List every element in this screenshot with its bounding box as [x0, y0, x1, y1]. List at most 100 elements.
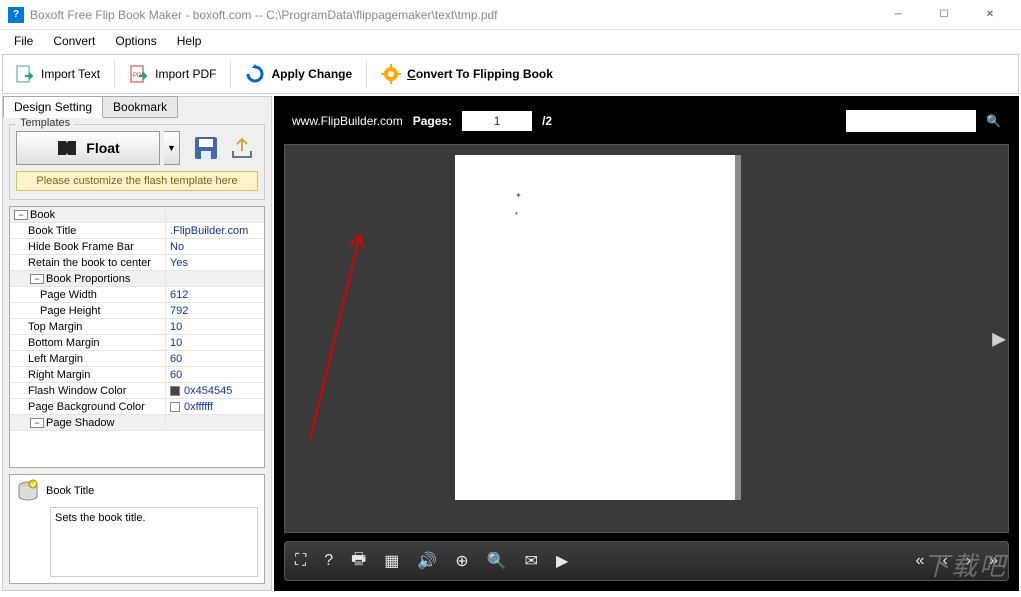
property-help-title: Book Title [46, 485, 94, 497]
window-title: Boxoft Free Flip Book Maker - boxoft.com… [30, 8, 875, 22]
property-row[interactable]: Right Margin 60 [10, 367, 264, 383]
property-key: Top Margin [28, 321, 82, 333]
search-icon[interactable]: 🔍 [986, 114, 1001, 128]
fullscreen-icon[interactable]: ⛶ [295, 552, 306, 570]
property-row[interactable]: Page Background Color 0xffffff [10, 399, 264, 415]
property-value[interactable]: 60 [165, 367, 264, 382]
close-button[interactable]: ✕ [967, 0, 1013, 30]
property-row[interactable]: Flash Window Color 0x454545 [10, 383, 264, 399]
templates-legend: Templates [16, 117, 74, 129]
apply-change-label: Apply Change [271, 67, 352, 81]
property-row[interactable]: Page Width 612 [10, 287, 264, 303]
property-row[interactable]: −Page Shadow [10, 415, 264, 431]
property-value[interactable]: 10 [165, 335, 264, 350]
property-value[interactable] [165, 415, 264, 430]
thumbnails-icon[interactable]: ▦ [384, 551, 399, 571]
property-value[interactable]: 60 [165, 351, 264, 366]
export-icon [229, 135, 255, 161]
print-icon[interactable]: 🖶 [351, 548, 366, 575]
book-icon [56, 139, 78, 157]
menu-convert[interactable]: Convert [43, 32, 105, 50]
template-select-button[interactable]: Float [16, 131, 160, 165]
tab-bookmark[interactable]: Bookmark [102, 96, 178, 118]
save-template-button[interactable] [190, 131, 222, 165]
property-key: Page Background Color [28, 401, 145, 413]
maximize-button[interactable]: ☐ [921, 0, 967, 30]
property-help-icon [16, 479, 40, 503]
property-value[interactable]: .FlipBuilder.com [165, 223, 264, 238]
main-toolbar: Import Text PDF Import PDF Apply Change … [2, 54, 1019, 94]
property-row[interactable]: Top Margin 10 [10, 319, 264, 335]
property-key: Book [30, 209, 55, 221]
preview-bottom-toolbar: ⛶ ? 🖶 ▦ 🔊 ⊕ 🔍 ✉ ▶ « ‹ › » [284, 541, 1009, 581]
preview-top-bar: www.FlipBuilder.com Pages: /2 🔍 [284, 106, 1009, 136]
property-key: Page Width [40, 289, 97, 301]
gear-icon [381, 64, 401, 84]
play-icon[interactable]: ▶ [556, 551, 568, 571]
apply-change-button[interactable]: Apply Change [235, 58, 362, 90]
property-key: Left Margin [28, 353, 83, 365]
import-text-icon [15, 64, 35, 84]
convert-rest: onvert To Flipping Book [416, 67, 553, 81]
search-input[interactable] [846, 110, 976, 132]
convert-button[interactable]: Convert To Flipping Book [371, 58, 563, 90]
refresh-icon [245, 64, 265, 84]
property-value[interactable]: 792 [165, 303, 264, 318]
menu-bar: File Convert Options Help [0, 30, 1021, 52]
property-value[interactable] [165, 271, 264, 286]
left-panel: Design Setting Bookmark Templates Float … [2, 96, 272, 591]
menu-file[interactable]: File [4, 32, 43, 50]
property-row[interactable]: Page Height 792 [10, 303, 264, 319]
minimize-button[interactable]: ─ [875, 0, 921, 30]
import-text-button[interactable]: Import Text [5, 58, 110, 90]
property-row[interactable]: Book Title.FlipBuilder.com [10, 223, 264, 239]
property-value[interactable]: Yes [165, 255, 264, 270]
property-row[interactable]: Retain the book to centerYes [10, 255, 264, 271]
app-icon: ? [8, 7, 24, 23]
convert-label: Convert To Flipping Book [407, 67, 553, 81]
zoom-in-icon[interactable]: ⊕ [455, 551, 468, 571]
property-key: Flash Window Color [28, 385, 126, 397]
property-value[interactable]: 10 [165, 319, 264, 334]
property-value[interactable]: 0xffffff [165, 399, 264, 414]
import-pdf-button[interactable]: PDF Import PDF [119, 58, 226, 90]
property-value[interactable]: No [165, 239, 264, 254]
import-text-label: Import Text [41, 67, 100, 81]
property-help-box: Book Title Sets the book title. [9, 474, 265, 584]
preview-page[interactable]: ✦ • [455, 155, 735, 500]
property-key: Book Proportions [46, 273, 130, 285]
property-row[interactable]: −Book Proportions [10, 271, 264, 287]
property-key: Page Height [40, 305, 101, 317]
preview-brand: www.FlipBuilder.com [292, 114, 403, 128]
property-value[interactable]: 0x454545 [165, 383, 264, 398]
template-dropdown-button[interactable]: ▼ [164, 131, 180, 165]
zoom-out-icon[interactable]: 🔍 [487, 551, 507, 571]
preview-canvas[interactable]: ✦ • ▶ [284, 144, 1009, 533]
property-key: Right Margin [28, 369, 90, 381]
property-grid[interactable]: −BookBook Title.FlipBuilder.comHide Book… [9, 206, 265, 468]
template-name: Float [86, 140, 119, 156]
property-key: Page Shadow [46, 417, 115, 429]
next-page-arrow[interactable]: ▶ [992, 328, 1006, 349]
export-template-button[interactable] [226, 131, 258, 165]
pages-label: Pages: [413, 114, 452, 128]
sound-icon[interactable]: 🔊 [417, 551, 437, 571]
window-titlebar: ? Boxoft Free Flip Book Maker - boxoft.c… [0, 0, 1021, 30]
import-pdf-label: Import PDF [155, 67, 216, 81]
property-row[interactable]: −Book [10, 207, 264, 223]
page-number-input[interactable] [462, 111, 532, 131]
templates-group: Templates Float ▼ Please customize the f… [9, 124, 265, 200]
property-key: Hide Book Frame Bar [28, 241, 134, 253]
share-icon[interactable]: ✉ [525, 551, 538, 571]
property-row[interactable]: Hide Book Frame Bar No [10, 239, 264, 255]
menu-help[interactable]: Help [167, 32, 212, 50]
watermark: 下载吧 [923, 546, 1007, 583]
property-value[interactable]: 612 [165, 287, 264, 302]
tab-design-setting[interactable]: Design Setting [3, 96, 103, 118]
menu-options[interactable]: Options [105, 32, 166, 50]
property-row[interactable]: Left Margin 60 [10, 351, 264, 367]
customize-note[interactable]: Please customize the flash template here [16, 171, 258, 191]
help-icon[interactable]: ? [324, 552, 333, 570]
property-value[interactable] [165, 207, 264, 222]
property-row[interactable]: Bottom Margin10 [10, 335, 264, 351]
